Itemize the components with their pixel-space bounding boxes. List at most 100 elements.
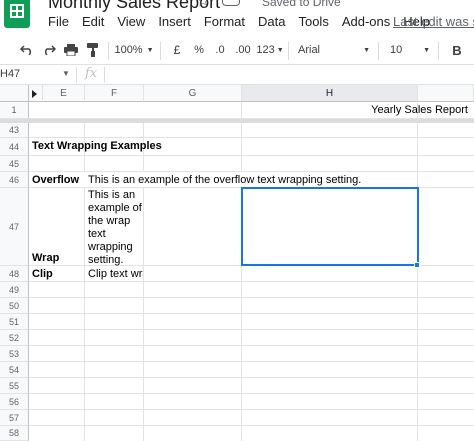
row-header-58[interactable]: 58	[0, 426, 29, 441]
row-header-50[interactable]: 50	[0, 298, 29, 314]
cell-f47-wrap-example[interactable]: This is an example of the wrap text wrap…	[88, 189, 144, 267]
gridline	[29, 329, 474, 330]
zoom-value: 100%	[114, 44, 143, 56]
column-header-h[interactable]: H	[242, 85, 418, 102]
row-header-51[interactable]: 51	[0, 314, 29, 330]
gridline	[29, 297, 474, 298]
toolbar-separator	[378, 42, 379, 60]
chevron-down-icon[interactable]: ▼	[62, 69, 70, 78]
spreadsheet-grid[interactable]: E F G H 1 43 44 45 46 47 48 49 50 51 52 …	[0, 85, 474, 441]
undo-icon[interactable]	[18, 38, 36, 62]
row-header-54[interactable]: 54	[0, 362, 29, 378]
menu-edit[interactable]: Edit	[82, 14, 104, 29]
column-header-i[interactable]	[418, 85, 474, 102]
cell-e47-wrap-label[interactable]: Wrap	[32, 252, 59, 264]
chevron-down-icon: ▼	[423, 46, 430, 54]
toolbar-separator	[288, 42, 289, 60]
menu-insert[interactable]: Insert	[158, 14, 191, 29]
row-header-49[interactable]: 49	[0, 282, 29, 298]
fx-icon: fx	[85, 66, 98, 81]
formula-bar: H47 ▼ fx	[0, 64, 474, 85]
sheets-logo-icon[interactable]	[4, 0, 30, 28]
expand-columns-icon[interactable]	[32, 90, 37, 98]
menu-addons[interactable]: Add-ons	[342, 14, 390, 29]
increase-decimals-button[interactable]: .00	[232, 38, 254, 62]
decrease-decimals-button[interactable]: .0	[210, 38, 230, 62]
font-family-select[interactable]: Arial ▼	[298, 38, 370, 62]
selected-cell-h47[interactable]	[241, 187, 419, 266]
gridline	[29, 377, 474, 378]
decrease-decimals-label: .0	[215, 44, 225, 56]
gridline	[84, 188, 85, 441]
row-header-57[interactable]: 57	[0, 410, 29, 426]
gridline	[29, 393, 474, 394]
menu-format[interactable]: Format	[204, 14, 245, 29]
zoom-select[interactable]: 100% ▼	[114, 38, 154, 62]
row-header-45[interactable]: 45	[0, 156, 29, 172]
paint-format-icon[interactable]	[84, 38, 102, 62]
format-currency-button[interactable]: £	[170, 38, 184, 62]
font-size-value: 10	[390, 44, 403, 56]
cell-e48-clip-label[interactable]: Clip	[32, 268, 53, 280]
cell-f46-overflow-example[interactable]: This is an example of the overflow text …	[88, 174, 361, 186]
chevron-down-icon: ▼	[363, 46, 370, 54]
frozen-row-divider[interactable]	[0, 119, 474, 123]
gridline	[29, 345, 474, 346]
toolbar-separator	[438, 42, 439, 60]
gridline	[29, 409, 474, 410]
bold-icon[interactable]: B	[450, 38, 464, 62]
app-header: Monthly Sales Report ☆ Saved to Drive Fi…	[0, 0, 474, 36]
row-header-44[interactable]: 44	[0, 138, 29, 156]
row-header-56[interactable]: 56	[0, 394, 29, 410]
cell-h1-report-title[interactable]: Yearly Sales Report	[371, 104, 468, 116]
more-formats-button[interactable]: 123 ▼	[256, 38, 284, 62]
column-header-e[interactable]: E	[43, 85, 85, 102]
formula-input[interactable]	[110, 65, 474, 84]
toolbar: 100% ▼ £ % .0 .00 123 ▼ Arial ▼ 10 ▼ B	[0, 38, 474, 64]
row-header-48[interactable]: 48	[0, 266, 29, 282]
font-size-select[interactable]: 10 ▼	[386, 38, 430, 62]
name-box[interactable]: H47	[0, 68, 20, 80]
column-header-f[interactable]: F	[85, 85, 144, 102]
chevron-down-icon: ▼	[276, 46, 284, 54]
redo-icon[interactable]	[40, 38, 58, 62]
row-header-43[interactable]: 43	[0, 123, 29, 138]
select-all-corner[interactable]	[0, 85, 29, 102]
chevron-down-icon: ▼	[146, 46, 154, 54]
gridline	[29, 361, 474, 362]
column-header-g[interactable]: G	[144, 85, 242, 102]
row-header-1[interactable]: 1	[0, 102, 29, 119]
menu-view[interactable]: View	[117, 14, 145, 29]
increase-decimals-label: .00	[235, 44, 251, 56]
row-header-55[interactable]: 55	[0, 378, 29, 394]
last-edit-link[interactable]: Last edit was se	[393, 14, 474, 29]
gridline	[29, 281, 474, 282]
gridline	[417, 123, 418, 441]
cell-e44-section-title[interactable]: Text Wrapping Examples	[32, 140, 162, 152]
gridline	[241, 102, 242, 119]
row-header-47[interactable]: 47	[0, 188, 29, 266]
formula-bar-separator	[104, 67, 105, 83]
gridline	[29, 171, 474, 172]
menu-bar: File Edit View Insert Format Data Tools …	[48, 14, 443, 29]
print-icon[interactable]	[62, 38, 80, 62]
gridline	[29, 313, 474, 314]
row-header-52[interactable]: 52	[0, 330, 29, 346]
cell-f48-clip-example[interactable]: Clip text wrapping	[88, 268, 143, 280]
drive-status-icon[interactable]	[222, 0, 240, 6]
menu-data[interactable]: Data	[258, 14, 285, 29]
gridline	[29, 425, 474, 426]
toolbar-separator	[160, 42, 161, 60]
toolbar-separator	[108, 42, 109, 60]
row-header-46[interactable]: 46	[0, 172, 29, 188]
menu-file[interactable]: File	[48, 14, 69, 29]
more-formats-label: 123	[256, 44, 275, 56]
saved-status: Saved to Drive	[262, 0, 341, 9]
row-header-53[interactable]: 53	[0, 346, 29, 362]
fill-handle[interactable]	[414, 262, 420, 268]
cell-e46-overflow-label[interactable]: Overflow	[32, 174, 79, 186]
format-percent-button[interactable]: %	[192, 38, 206, 62]
star-icon[interactable]: ☆	[196, 0, 210, 11]
menu-tools[interactable]: Tools	[298, 14, 328, 29]
document-title[interactable]: Monthly Sales Report	[48, 0, 220, 13]
